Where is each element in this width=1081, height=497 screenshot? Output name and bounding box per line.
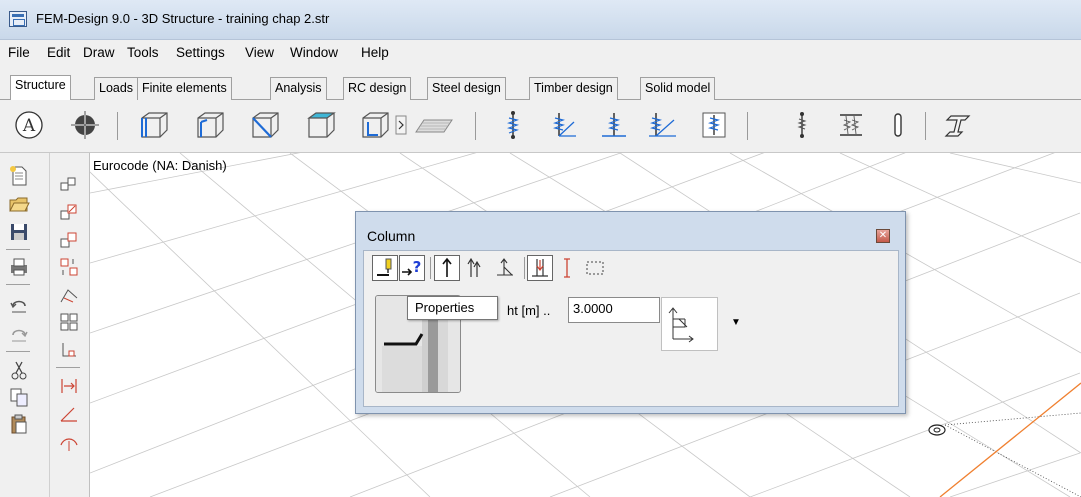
redo-icon[interactable]: [8, 323, 30, 345]
new-file-icon[interactable]: [8, 165, 30, 187]
x-axis-line: [939, 382, 1081, 497]
height-label: ht [m] ..: [507, 303, 551, 318]
menu-settings[interactable]: Settings: [176, 45, 225, 60]
menu-draw[interactable]: Draw: [83, 45, 115, 60]
tab-analysis[interactable]: Analysis: [270, 77, 327, 100]
tab-timber-design[interactable]: Timber design: [529, 77, 618, 100]
window-title: FEM-Design 9.0 - 3D Structure - training…: [36, 11, 330, 26]
svg-text:A: A: [22, 116, 36, 136]
origin-crosshair-icon[interactable]: [68, 108, 102, 142]
support-angle-icon[interactable]: [546, 108, 580, 142]
more-arrow-icon[interactable]: [395, 108, 407, 142]
menu-tools[interactable]: Tools: [127, 45, 159, 60]
structure-toolbar: A: [0, 100, 1081, 153]
dialog-body: ? ht [m] .. 3.0000 ▼: [363, 250, 899, 407]
column-bar-icon[interactable]: [881, 108, 915, 142]
toolbar-separator: [747, 112, 748, 140]
box-diagonal-icon[interactable]: [248, 108, 282, 142]
tab-steel-design[interactable]: Steel design: [427, 77, 506, 100]
height-input[interactable]: 3.0000: [568, 297, 660, 323]
steel-profile-icon[interactable]: [943, 108, 977, 142]
cut-icon[interactable]: [8, 359, 30, 381]
split-icon[interactable]: [58, 256, 80, 278]
array-icon[interactable]: [58, 311, 80, 333]
print-icon[interactable]: [8, 256, 30, 278]
arc-icon[interactable]: [58, 431, 80, 453]
tab-loads[interactable]: Loads: [94, 77, 139, 100]
column-base-icon[interactable]: [492, 255, 518, 281]
left-toolbar: [0, 153, 90, 497]
toolbar-separator: [117, 112, 118, 140]
menu-help[interactable]: Help: [361, 45, 389, 60]
save-icon[interactable]: [8, 221, 30, 243]
properties-tooltip: Properties: [407, 296, 498, 320]
column-spring-icon[interactable]: [496, 108, 530, 142]
paste-icon[interactable]: [8, 413, 30, 435]
chevron-down-icon: ▼: [731, 317, 741, 328]
beam-spring-icon[interactable]: [834, 108, 868, 142]
menu-edit[interactable]: Edit: [47, 45, 70, 60]
box-frame-icon[interactable]: [137, 108, 171, 142]
open-folder-icon[interactable]: [8, 193, 30, 215]
support-point-icon[interactable]: [597, 108, 631, 142]
direction-double-up-icon[interactable]: [461, 255, 487, 281]
dialog-title: Column: [367, 228, 416, 244]
selection-rectangle-icon[interactable]: [582, 255, 608, 281]
eccentricity-icon[interactable]: [554, 255, 580, 281]
menu-window[interactable]: Window: [290, 45, 338, 60]
box-open-icon[interactable]: [358, 108, 392, 142]
box-filled-top-icon[interactable]: [304, 108, 338, 142]
undo-icon[interactable]: [8, 294, 30, 316]
svg-text:?: ?: [413, 258, 422, 276]
axis-a-icon[interactable]: A: [12, 108, 46, 142]
tab-finite-elements[interactable]: Finite elements: [137, 77, 232, 100]
tab-rc-design[interactable]: RC design: [343, 77, 412, 100]
extend-icon[interactable]: [58, 375, 80, 397]
layer-cubes-icon[interactable]: [58, 173, 80, 195]
tab-solid-model[interactable]: Solid model: [640, 77, 716, 100]
slab-icon[interactable]: [412, 108, 456, 142]
layer-red-box-icon[interactable]: [58, 229, 80, 251]
close-button[interactable]: ✕: [876, 229, 890, 243]
angle-icon[interactable]: [58, 403, 80, 425]
menu-view[interactable]: View: [245, 45, 274, 60]
menu-bar: File Edit Draw Tools Settings View Windo…: [0, 40, 1081, 66]
support-angle-line-icon[interactable]: [645, 108, 679, 142]
toolbar-separator: [475, 112, 476, 140]
move-corner-icon[interactable]: [58, 339, 80, 361]
tab-structure[interactable]: Structure: [10, 75, 71, 101]
column-type-dropdown[interactable]: ▼: [661, 297, 750, 351]
stretch-icon[interactable]: [58, 284, 80, 306]
toolbar-separator: [925, 112, 926, 140]
box-wall-icon[interactable]: [193, 108, 227, 142]
module-tab-bar: Structure Loads Finite elements Analysis…: [0, 66, 1081, 101]
design-code-label: Eurocode (NA: Danish): [93, 158, 227, 173]
title-bar: FEM-Design 9.0 - 3D Structure - training…: [0, 0, 1081, 40]
align-bottom-icon[interactable]: [527, 255, 553, 281]
properties-query-icon[interactable]: ?: [399, 255, 425, 281]
direction-up-icon[interactable]: [434, 255, 460, 281]
app-icon[interactable]: [9, 11, 27, 27]
support-framed-icon[interactable]: [697, 108, 731, 142]
origin-marker-icon: [928, 424, 946, 436]
copy-icon[interactable]: [8, 386, 30, 408]
layer-red-icon[interactable]: [58, 201, 80, 223]
pick-properties-icon[interactable]: [372, 255, 398, 281]
menu-file[interactable]: File: [8, 45, 30, 60]
column-small-icon[interactable]: [785, 108, 819, 142]
